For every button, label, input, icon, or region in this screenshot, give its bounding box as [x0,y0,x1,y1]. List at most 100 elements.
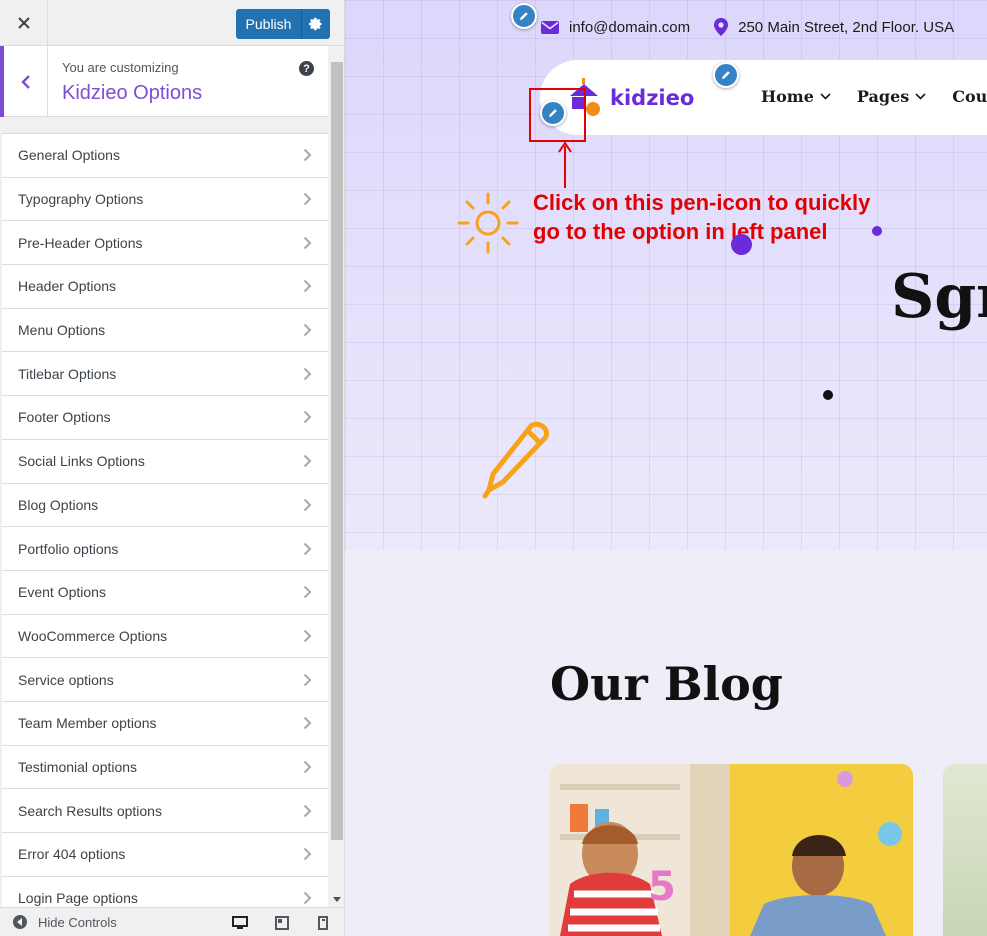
gear-icon [309,17,322,31]
preview-mobile-button[interactable] [314,914,332,932]
option-item-label: Titlebar Options [18,365,117,382]
option-item-label: Typography Options [18,191,144,208]
preheader-email[interactable]: info@domain.com [541,19,690,36]
customizing-title: Kidzieo Options [62,82,203,104]
chevron-right-icon [303,542,312,555]
annotation-arrow-icon [558,141,572,188]
option-item[interactable]: Header Options [2,265,328,309]
desktop-icon [232,916,248,929]
option-item-label: Social Links Options [18,453,145,470]
chevron-right-icon [303,804,312,817]
option-item-label: Footer Options [18,409,111,426]
option-item[interactable]: General Options [2,134,328,178]
mobile-icon [318,916,328,930]
envelope-icon [541,20,559,34]
blog-section-heading: Our Blog [550,657,783,711]
panel-footer: Hide Controls [0,907,344,936]
map-pin-icon [714,18,729,36]
chevron-right-icon [303,586,312,599]
option-item-label: Search Results options [18,802,162,819]
customizing-info: You are customizing Kidzieo Options [0,46,328,117]
tablet-icon [275,916,289,930]
customizer-panel: Publish You are customizing Kidzieo Opti… [0,0,345,936]
nav-item-courses[interactable]: Cou [952,87,987,106]
scroll-down-arrow[interactable] [331,893,343,905]
annotation-line-2: go to the option in left panel [533,219,828,244]
option-item[interactable]: WooCommerce Options [2,614,328,659]
option-item[interactable]: Team Member options [2,701,328,746]
edit-logo-pen-icon[interactable] [540,100,566,126]
option-item-label: Event Options [18,584,106,601]
blog-card-image[interactable]: 5 [550,764,913,936]
chevron-right-icon [303,891,312,905]
chevron-left-icon [20,74,30,89]
site-preview[interactable]: info@domain.com 250 Main Street, 2nd Flo… [345,0,987,936]
back-button[interactable] [0,46,48,117]
option-item[interactable]: Menu Options [2,308,328,353]
edit-preheader-pen-icon[interactable] [511,3,537,29]
chevron-right-icon [303,280,312,293]
publish-button[interactable]: Publish [236,9,301,39]
edit-header-pen-icon[interactable] [713,62,739,88]
preheader-bar: info@domain.com 250 Main Street, 2nd Flo… [541,18,954,36]
chevron-right-icon [303,760,312,774]
blog-photo-kids-image: 5 [550,764,913,936]
preview-desktop-button[interactable] [231,914,249,932]
chevron-down-icon [915,93,926,100]
scrollbar-thumb[interactable] [331,62,343,840]
close-customizer-button[interactable] [0,0,48,46]
option-item[interactable]: Pre-Header Options [2,221,328,266]
option-item[interactable]: Blog Options [2,483,328,528]
chevron-right-icon [303,323,312,337]
annotation-line-1: Click on this pen-icon to quickly [533,190,871,215]
option-item[interactable]: Portfolio options [2,527,328,571]
hide-controls-button[interactable]: Hide Controls [12,914,117,930]
option-item[interactable]: Search Results options [2,789,328,833]
pencil-illustration-icon [482,421,549,499]
nav-item-home[interactable]: Home [761,87,831,106]
chevron-right-icon [303,367,312,380]
decorative-dot [731,234,752,255]
logo-text: kidzieo [610,86,695,110]
blog-card-image[interactable] [943,764,987,936]
chevron-right-icon [303,498,312,512]
chevron-right-icon [303,629,312,643]
site-logo[interactable]: kidzieo [570,78,694,118]
sun-icon [457,192,519,254]
svg-text:5: 5 [648,864,676,910]
nav-item-label: Cou [952,87,987,106]
option-item[interactable]: Titlebar Options [2,352,328,397]
option-item-label: Pre-Header Options [18,234,143,251]
option-item[interactable]: Typography Options [2,177,328,222]
option-item-label: General Options [18,147,120,164]
option-item[interactable]: Event Options [2,570,328,615]
option-item[interactable]: Footer Options [2,396,328,440]
chevron-right-icon [303,411,312,424]
option-item[interactable]: Social Links Options [2,439,328,484]
option-item[interactable]: Error 404 options [2,833,328,877]
pencil-icon [520,12,528,20]
decorative-dot [823,390,833,400]
option-item-label: Testimonial options [18,758,138,775]
nav-item-label: Pages [856,87,910,106]
hide-controls-label: Hide Controls [38,914,117,930]
preheader-email-text: info@domain.com [569,18,691,36]
help-icon[interactable]: ? [299,61,314,76]
nav-item-pages[interactable]: Pages [857,87,926,106]
publish-settings-button[interactable] [301,9,330,39]
option-item[interactable]: Testimonial options [2,745,328,790]
customizing-label: You are customizing [62,60,179,75]
option-item-label: Blog Options [18,496,99,513]
option-item-label: Login Page options [18,890,138,907]
option-item-label: WooCommerce Options [18,627,168,644]
chevron-right-icon [303,717,312,730]
option-item-label: Team Member options [18,715,157,732]
publish-group: Publish [236,9,330,39]
nav-item-label: Home [761,87,814,106]
option-item-label: Portfolio options [18,540,119,557]
option-item[interactable]: Service options [2,658,328,702]
options-list: General Options Typography Options Pre-Hea… [2,133,328,921]
option-item-label: Error 404 options [18,846,126,863]
preview-tablet-button[interactable] [273,914,291,932]
chevron-right-icon [303,848,312,861]
